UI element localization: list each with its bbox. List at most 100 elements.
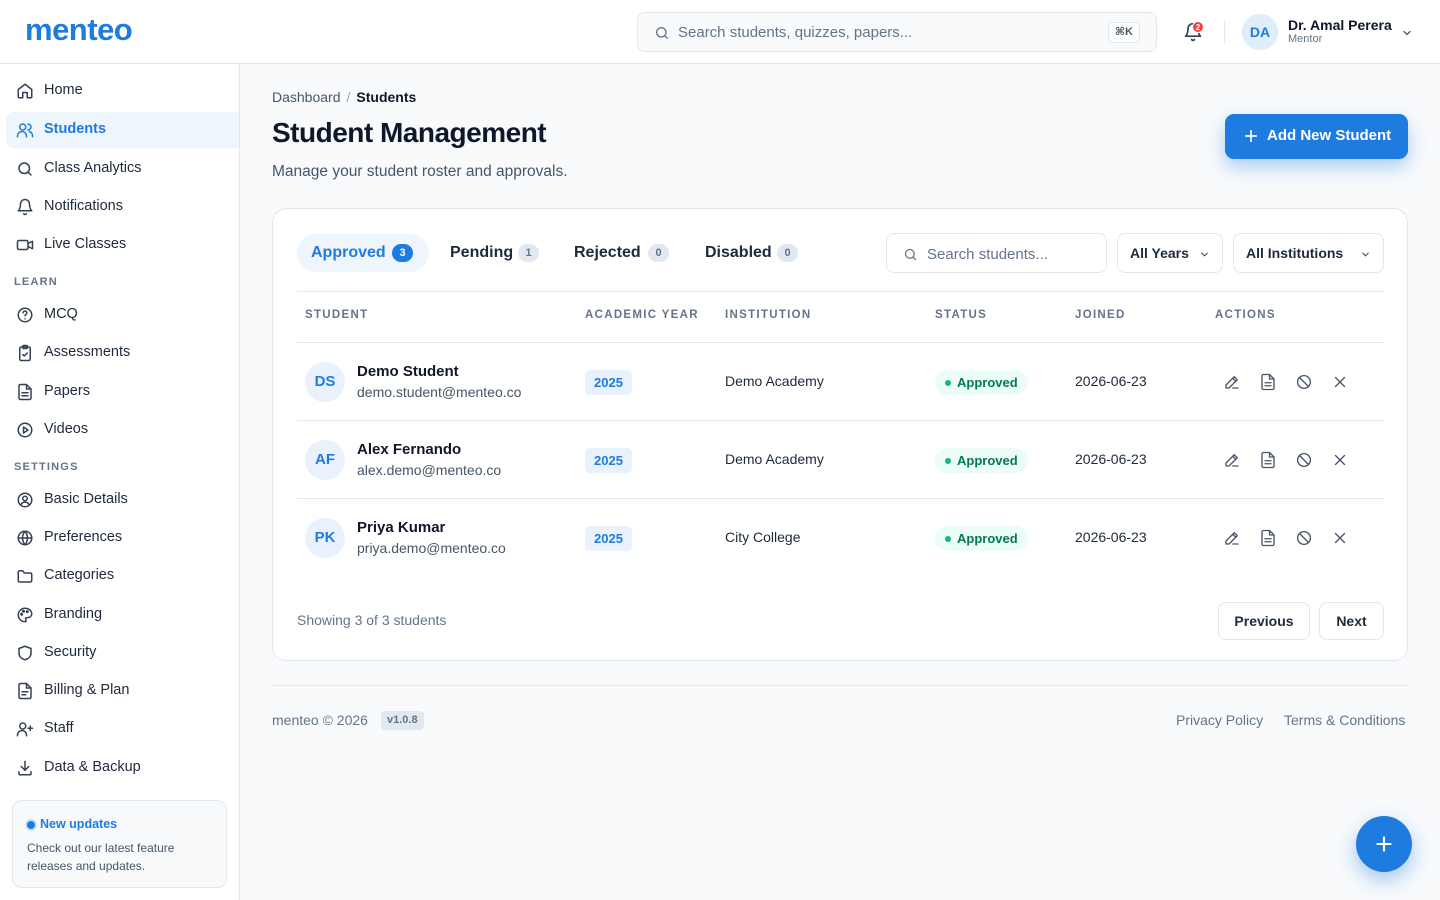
status-dot-icon [945,536,951,542]
add-new-student-button[interactable]: Add New Student [1225,114,1408,159]
document-icon[interactable] [1259,373,1277,391]
sidebar-item-notifications[interactable]: Notifications [6,189,239,225]
sidebar-item-label: Notifications [44,198,123,214]
sidebar-item-mcq[interactable]: MCQ [6,297,239,333]
sidebar-item-label: Class Analytics [44,160,142,176]
joined-date: 2026-06-23 [1075,451,1147,467]
status-badge: Approved [935,370,1028,395]
tab-approved[interactable]: Approved 3 [297,234,429,272]
table-row[interactable]: PK Priya Kumar priya.demo@menteo.co 2025… [297,498,1384,576]
sidebar-item-label: Security [44,644,97,660]
users-icon [16,123,34,138]
document-icon[interactable] [1259,451,1277,469]
student-name[interactable]: Priya Kumar [357,519,445,536]
sidebar-item-data-backup[interactable]: Data & Backup [6,750,239,786]
sidebar-item-class-analytics[interactable]: Class Analytics [6,151,239,187]
shield-icon [18,645,32,661]
sidebar-item-videos[interactable]: Videos [6,412,239,448]
sidebar-item-preferences[interactable]: Preferences [6,520,239,556]
app-logo[interactable]: menteo [25,12,133,48]
sidebar-item-students[interactable]: Students [6,112,239,148]
page-title: Student Management [272,117,547,148]
column-header-student: STUDENT [305,309,369,321]
next-page-button[interactable]: Next [1319,602,1384,640]
showing-count: Showing 3 of 3 students [297,612,447,628]
sidebar-item-categories[interactable]: Categories [6,558,239,594]
sidebar-item-billing-plan[interactable]: Billing & Plan [6,673,239,709]
institution-cell: Demo Academy [725,373,824,389]
sidebar-item-label: Assessments [44,344,131,360]
bell-icon [17,198,33,216]
student-name[interactable]: Alex Fernando [357,441,461,458]
sidebar-item-branding[interactable]: Branding [6,597,239,633]
tab-disabled[interactable]: Disabled 0 [691,234,809,272]
institution-filter-select[interactable]: All Institutions [1233,233,1384,273]
edit-icon[interactable] [1223,451,1241,469]
student-search-box[interactable] [886,233,1107,273]
edit-icon[interactable] [1223,373,1241,391]
page-subtitle: Manage your student roster and approvals… [272,163,568,180]
edit-icon[interactable] [1223,529,1241,547]
tab-pending[interactable]: Pending 1 [436,234,546,272]
sidebar-item-security[interactable]: Security [6,635,239,671]
sidebar-item-staff[interactable]: Staff [6,711,239,747]
sidebar-item-label: Students [44,121,107,137]
sidebar-item-label: Videos [44,421,89,437]
sidebar: Home Students Class Analytics Notificati… [0,64,240,900]
privacy-policy-link[interactable]: Privacy Policy [1176,712,1263,728]
global-search-box[interactable]: ⌘K [637,12,1157,52]
section-label-settings: SETTINGS [14,461,79,473]
ban-icon[interactable] [1295,451,1313,469]
sidebar-item-basic-details[interactable]: Basic Details [6,482,239,518]
status-dot-icon [945,458,951,464]
previous-page-button[interactable]: Previous [1218,602,1310,640]
institution-cell: City College [725,529,801,545]
notification-count-badge: 2 [1192,21,1204,33]
student-search-input[interactable] [927,243,1097,265]
close-icon[interactable] [1331,529,1349,547]
chevron-down-icon[interactable] [1401,27,1413,39]
sidebar-item-live-classes[interactable]: Live Classes [6,227,239,263]
tab-rejected[interactable]: Rejected 0 [560,234,678,272]
search-icon [656,27,668,39]
play-circle-icon [17,422,33,438]
floating-add-button[interactable] [1356,816,1412,872]
ban-icon[interactable] [1295,529,1313,547]
sidebar-item-label: Basic Details [44,491,128,507]
clipboard-check-icon [19,344,31,362]
table-row[interactable]: DS Demo Student demo.student@menteo.co 2… [297,342,1384,420]
user-avatar[interactable]: DA [1242,14,1278,50]
terms-conditions-link[interactable]: Terms & Conditions [1284,712,1405,728]
sidebar-item-label: Staff [44,720,74,736]
close-icon[interactable] [1331,373,1349,391]
updates-text: Check out our latest feature releases an… [27,841,175,873]
user-name[interactable]: Dr. Amal Perera [1288,17,1392,33]
column-header-academic-year: ACADEMIC YEAR [585,309,699,321]
top-bar: menteo ⌘K 2 DA Dr. Amal Perera Mentor [0,0,1440,64]
updates-title: New updates [40,817,118,831]
sidebar-item-label: Categories [44,567,115,583]
year-filter-value: All Years [1130,245,1189,261]
breadcrumb-dashboard[interactable]: Dashboard [272,89,341,105]
search-icon [904,248,917,261]
updates-card[interactable]: New updates Check out our latest feature… [12,800,227,888]
close-icon[interactable] [1331,451,1349,469]
table-row[interactable]: AF Alex Fernando alex.demo@menteo.co 202… [297,420,1384,498]
palette-icon [17,607,33,623]
tab-label: Disabled [705,244,772,261]
status-badge: Approved [935,448,1028,473]
institution-filter-value: All Institutions [1246,245,1344,261]
plus-icon [1376,836,1392,852]
download-icon [18,760,32,776]
table-divider [297,291,1384,292]
sidebar-item-home[interactable]: Home [6,73,239,109]
sidebar-item-papers[interactable]: Papers [6,374,239,410]
home-icon [17,83,33,99]
ban-icon[interactable] [1295,373,1313,391]
global-search-input[interactable] [678,21,1098,43]
sidebar-item-label: Branding [44,606,103,622]
document-icon[interactable] [1259,529,1277,547]
sidebar-item-assessments[interactable]: Assessments [6,335,239,371]
student-name[interactable]: Demo Student [357,363,459,380]
year-filter-select[interactable]: All Years [1117,233,1223,273]
